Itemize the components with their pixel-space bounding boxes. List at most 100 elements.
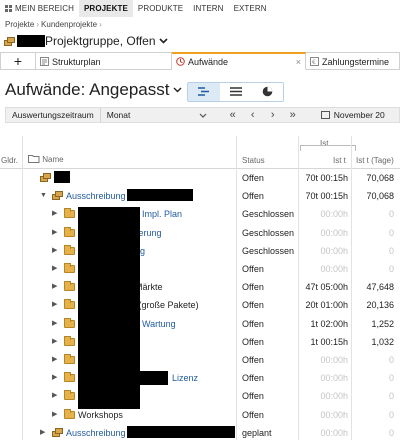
page-title: Aufwände: Angepasst bbox=[5, 80, 170, 99]
expand-right-icon[interactable]: ▶ bbox=[52, 315, 57, 333]
home-icon bbox=[5, 1, 13, 12]
add-tab-button[interactable]: + bbox=[0, 52, 36, 70]
view-heading[interactable]: Aufwände: Angepasst bbox=[5, 80, 182, 100]
table-row[interactable]: ▶Vor-ImplementierungGeschlossen00:00h0 bbox=[0, 224, 400, 242]
row-name[interactable]: Lizenz bbox=[172, 369, 198, 387]
chart-view-button[interactable] bbox=[251, 83, 283, 101]
row-name-cell: Ausschreibung bbox=[52, 424, 235, 440]
gantt-view-button[interactable] bbox=[188, 83, 220, 101]
folder-open-icon bbox=[28, 155, 42, 165]
redacted-text bbox=[126, 189, 193, 202]
expand-right-icon[interactable]: ▶ bbox=[52, 406, 57, 424]
folder-icon bbox=[64, 408, 75, 419]
gantt-icon bbox=[197, 86, 210, 98]
row-name-cell: Ausschreibung bbox=[52, 187, 193, 205]
nav-extern[interactable]: EXTERN bbox=[229, 0, 272, 17]
view-mode-switch bbox=[187, 82, 284, 102]
chevron-down-icon[interactable] bbox=[158, 36, 168, 47]
table-row[interactable]: ▶ Impl. Plan Geschlossen 00:00h 0 bbox=[0, 205, 400, 318]
table-row[interactable]: Offen 70t 00:15h 70,068 bbox=[0, 169, 400, 187]
row-status: Offen bbox=[242, 173, 264, 183]
table-row[interactable]: ▶Tickets internOffen00:00h0 bbox=[0, 387, 400, 405]
column-header-status[interactable]: Status bbox=[242, 156, 265, 165]
row-ist: 47t 05:00h bbox=[305, 282, 348, 293]
row-ist-days: 0 bbox=[388, 409, 394, 420]
expand-right-icon[interactable]: ▶ bbox=[52, 351, 57, 369]
previous-period-button[interactable]: ‹ bbox=[243, 109, 263, 121]
row-ist-days: 0 bbox=[388, 373, 394, 384]
expand-right-icon[interactable]: ▶ bbox=[52, 260, 57, 278]
date-picker[interactable]: November 20 bbox=[320, 110, 385, 120]
column-header-ist[interactable]: Ist t bbox=[333, 156, 346, 165]
row-name[interactable]: Ausschreibung bbox=[66, 428, 126, 438]
row-status: Offen bbox=[242, 355, 264, 365]
expand-right-icon[interactable]: ▶ bbox=[52, 224, 57, 242]
table-row[interactable]: ▶Erweiterungen (große Pakete)Offen20t 01… bbox=[0, 296, 400, 314]
expand-right-icon[interactable]: ▶ bbox=[52, 278, 57, 296]
table-row[interactable]: ▶TicketsOffen00:00h0 bbox=[0, 260, 400, 278]
expand-right-icon[interactable]: ▶ bbox=[52, 369, 57, 387]
expand-right-icon[interactable]: ▶ bbox=[52, 387, 57, 405]
expand-right-icon[interactable]: ▶ bbox=[40, 424, 45, 440]
expand-right-icon[interactable]: ▶ bbox=[52, 205, 57, 223]
row-ist-days: 0 bbox=[388, 427, 394, 438]
folder-icon bbox=[64, 244, 75, 255]
nav-intern[interactable]: INTERN bbox=[188, 0, 228, 17]
period-select[interactable]: Monat bbox=[101, 108, 213, 122]
table-row[interactable]: ▶Internationale MärkteOffen47t 05:00h47,… bbox=[0, 278, 400, 296]
tab-zahlungstermine[interactable]: € Zahlungstermine bbox=[306, 52, 400, 70]
folder-icon bbox=[64, 372, 75, 383]
table-row[interactable]: ▶GewährleistungOffen00:00h0 bbox=[0, 351, 400, 369]
filter-bar: Auswertungszeitraum Monat « ‹ › » Novemb… bbox=[5, 107, 400, 123]
row-name[interactable]: Wartung bbox=[142, 315, 176, 333]
folder-icon bbox=[64, 281, 75, 292]
column-header-ist-days[interactable]: Ist t (Tage) bbox=[356, 156, 394, 165]
table-row[interactable]: ▶ Lizenz Offen 00:00h 0 bbox=[0, 369, 400, 387]
expand-right-icon[interactable]: ▶ bbox=[52, 242, 57, 260]
row-status: Geschlossen bbox=[242, 209, 295, 220]
project-title-row[interactable]: Projektgruppe, Offen bbox=[4, 32, 168, 50]
project-group-icon bbox=[52, 427, 63, 437]
first-period-button[interactable]: « bbox=[223, 109, 243, 121]
redacted-block bbox=[78, 316, 140, 409]
row-name[interactable]: Ausschreibung bbox=[66, 191, 126, 201]
tab-strukturplan[interactable]: Strukturplan bbox=[36, 52, 172, 70]
close-icon[interactable]: × bbox=[290, 57, 301, 67]
expand-right-icon[interactable]: ▶ bbox=[52, 333, 57, 351]
period-label: Auswertungszeitraum bbox=[6, 108, 101, 122]
table-row[interactable]: ▶ Wartung Offen 1t 02:00h 1,252 bbox=[0, 315, 400, 409]
row-ist-days: 1,032 bbox=[371, 336, 394, 347]
tab-aufwaende-label: Aufwände bbox=[188, 56, 229, 67]
breadcrumb-separator: › bbox=[36, 20, 40, 29]
breadcrumb-projekte[interactable]: Projekte bbox=[5, 20, 34, 29]
svg-text:€: € bbox=[312, 59, 316, 66]
breadcrumb-kundenprojekte[interactable]: Kundenprojekte bbox=[41, 20, 97, 29]
payment-icon: € bbox=[310, 57, 319, 66]
next-period-button[interactable]: › bbox=[263, 109, 283, 121]
table-row[interactable]: ▶ Ausschreibung geplant 00:00h 0 bbox=[0, 424, 400, 440]
nav-mein-bereich[interactable]: MEIN BEREICH bbox=[0, 0, 79, 17]
row-name[interactable]: Impl. Plan bbox=[142, 205, 182, 223]
tab-aufwaende[interactable]: Aufwände × bbox=[172, 52, 306, 70]
table-row[interactable]: ▶ImplementierungGeschlossen00:00h0 bbox=[0, 242, 400, 260]
table-row[interactable]: ▶SupportOffen1t 00:15h1,032 bbox=[0, 333, 400, 351]
column-header-level[interactable]: Gldr. bbox=[1, 156, 18, 165]
project-group-icon bbox=[4, 36, 15, 46]
row-name-cell: Wartung bbox=[64, 315, 176, 409]
last-period-button[interactable]: » bbox=[283, 109, 303, 121]
table-row[interactable]: ▶ Workshops Offen 00:00h 0 bbox=[0, 406, 400, 424]
chevron-down-icon[interactable] bbox=[173, 84, 182, 96]
row-status: Offen bbox=[242, 191, 264, 202]
row-status: Offen bbox=[242, 282, 264, 293]
redacted-text bbox=[54, 171, 70, 183]
table-header: Gldr. Name Status Ist Ist t Ist t (Tage) bbox=[0, 136, 400, 169]
list-view-button[interactable] bbox=[220, 83, 252, 101]
table-row[interactable]: ▼ Ausschreibung Offen 70t 00:15h 70,068 bbox=[0, 187, 400, 205]
project-title: Projektgruppe, Offen bbox=[45, 34, 156, 48]
nav-produkte[interactable]: PRODUKTE bbox=[133, 0, 188, 17]
nav-projekte[interactable]: PROJEKTE bbox=[79, 0, 133, 17]
expand-down-icon[interactable]: ▼ bbox=[40, 187, 47, 205]
expand-right-icon[interactable]: ▶ bbox=[52, 296, 57, 314]
column-header-name[interactable]: Name bbox=[28, 154, 64, 165]
breadcrumb: Projekte › Kundenprojekte › bbox=[5, 20, 104, 29]
